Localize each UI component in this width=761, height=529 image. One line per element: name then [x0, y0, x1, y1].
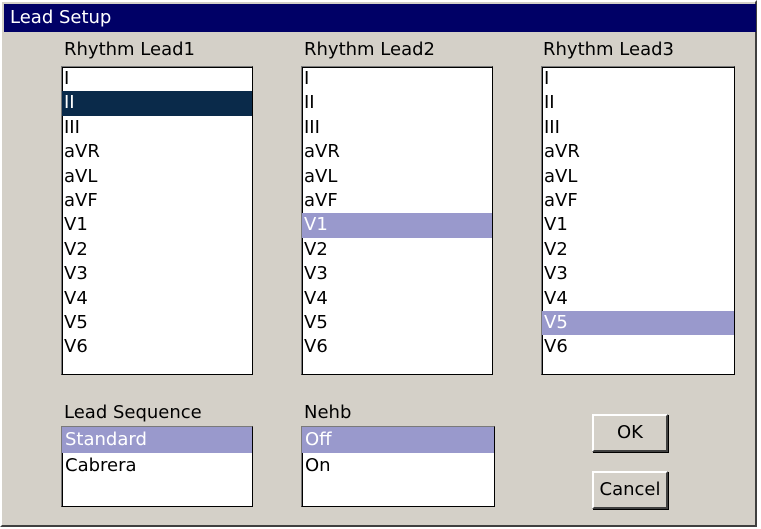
nehb-label: Nehb [304, 402, 352, 423]
lead1-option-v5[interactable]: V5 [62, 311, 252, 335]
lead1-option-v1[interactable]: V1 [62, 213, 252, 237]
rhythm-lead3-label: Rhythm Lead3 [543, 39, 674, 60]
lead2-option-ii[interactable]: II [302, 91, 492, 115]
lead1-option-iii[interactable]: III [62, 116, 252, 140]
lead2-option-v1[interactable]: V1 [302, 213, 492, 238]
dialog-title: Lead Setup [4, 4, 756, 32]
lead2-option-v4[interactable]: V4 [302, 287, 492, 311]
lead1-option-i[interactable]: I [62, 67, 252, 91]
lead3-option-v4[interactable]: V4 [542, 287, 734, 311]
lead1-option-v6[interactable]: V6 [62, 335, 252, 359]
lead3-option-v1[interactable]: V1 [542, 213, 734, 237]
lead3-option-avl[interactable]: aVL [542, 165, 734, 189]
lead2-option-v2[interactable]: V2 [302, 238, 492, 262]
rhythm-lead3-listbox[interactable]: I II III aVR aVL aVF V1 V2 V3 V4 V5 V6 [541, 66, 735, 375]
lead2-option-avr[interactable]: aVR [302, 140, 492, 164]
lead2-option-v6[interactable]: V6 [302, 335, 492, 359]
lead3-option-i[interactable]: I [542, 67, 734, 91]
lead-sequence-label: Lead Sequence [64, 402, 202, 423]
nehb-option-on[interactable]: On [302, 453, 494, 479]
lead3-option-ii[interactable]: II [542, 91, 734, 115]
lead3-option-iii[interactable]: III [542, 116, 734, 140]
lead1-option-v3[interactable]: V3 [62, 262, 252, 286]
lead1-option-ii[interactable]: II [62, 91, 252, 116]
lead2-option-i[interactable]: I [302, 67, 492, 91]
lead2-option-iii[interactable]: III [302, 116, 492, 140]
lead1-option-avl[interactable]: aVL [62, 165, 252, 189]
nehb-option-off[interactable]: Off [302, 427, 494, 453]
lead1-option-v4[interactable]: V4 [62, 287, 252, 311]
lead3-option-v2[interactable]: V2 [542, 238, 734, 262]
ok-button[interactable]: OK [592, 414, 668, 452]
lead3-option-v5[interactable]: V5 [542, 310, 734, 336]
lead-sequence-option-standard[interactable]: Standard [62, 427, 252, 453]
rhythm-lead2-label: Rhythm Lead2 [304, 39, 435, 60]
lead-sequence-option-cabrera[interactable]: Cabrera [62, 453, 252, 479]
lead2-option-v5[interactable]: V5 [302, 311, 492, 335]
lead3-option-v3[interactable]: V3 [542, 262, 734, 286]
lead-sequence-listbox[interactable]: Standard Cabrera [61, 426, 253, 507]
lead-setup-dialog: Lead Setup Rhythm Lead1 Rhythm Lead2 Rhy… [0, 0, 757, 527]
lead2-option-avl[interactable]: aVL [302, 165, 492, 189]
lead3-option-avf[interactable]: aVF [542, 189, 734, 213]
lead1-option-avf[interactable]: aVF [62, 189, 252, 213]
lead3-option-v6[interactable]: V6 [542, 335, 734, 359]
lead2-option-avf[interactable]: aVF [302, 189, 492, 213]
rhythm-lead2-listbox[interactable]: I II III aVR aVL aVF V1 V2 V3 V4 V5 V6 [301, 66, 493, 375]
rhythm-lead1-label: Rhythm Lead1 [64, 39, 195, 60]
lead1-option-v2[interactable]: V2 [62, 238, 252, 262]
lead2-option-v3[interactable]: V3 [302, 262, 492, 286]
cancel-button[interactable]: Cancel [592, 471, 668, 509]
lead1-option-avr[interactable]: aVR [62, 140, 252, 164]
lead3-option-avr[interactable]: aVR [542, 140, 734, 164]
nehb-listbox[interactable]: Off On [301, 426, 495, 507]
rhythm-lead1-listbox[interactable]: I II III aVR aVL aVF V1 V2 V3 V4 V5 V6 [61, 66, 253, 375]
